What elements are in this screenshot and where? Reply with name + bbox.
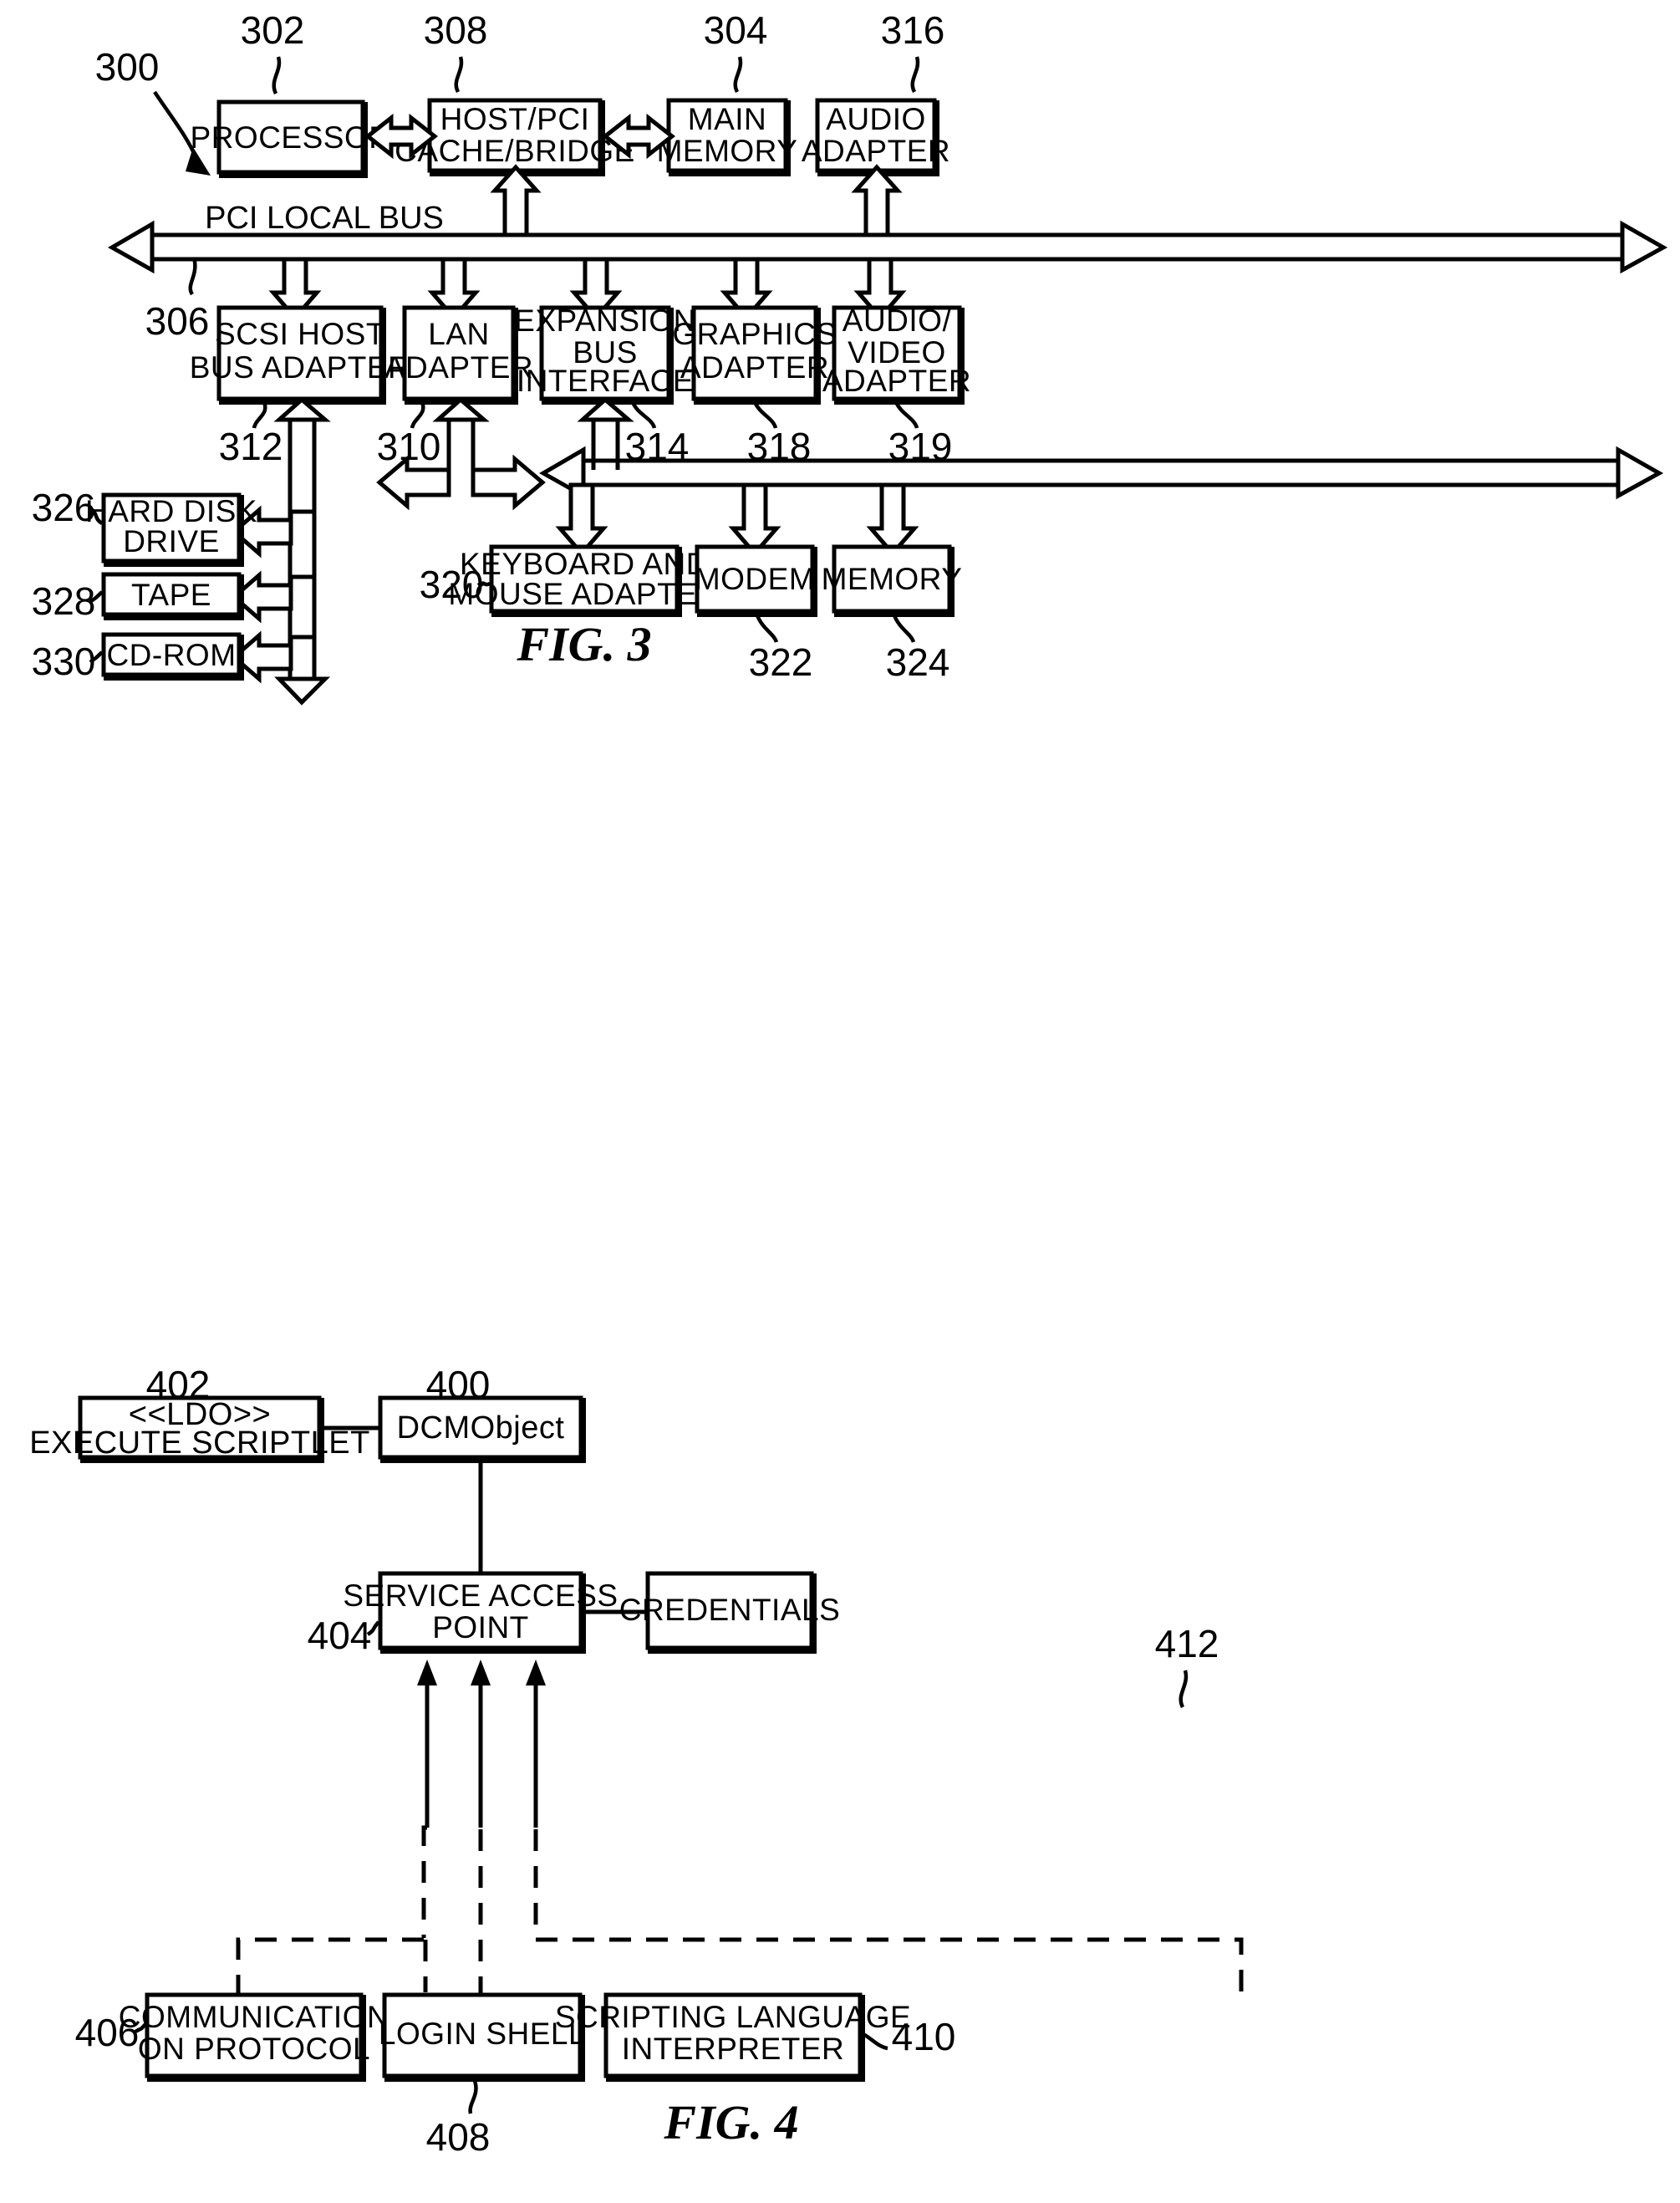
node-main-memory[interactable]: MAIN MEMORY — [657, 98, 798, 176]
arrow-expansion-to-keyboard-mouse — [555, 482, 608, 557]
node-expansion-label-3: INTERFACE — [517, 364, 694, 398]
node-graphics-label-1: GRAPHICS — [672, 317, 837, 351]
node-scsi-label-2: BUS ADAPTER — [190, 350, 411, 385]
dashed-link-communication — [236, 1825, 428, 1995]
node-scsi-label-1: SCSI HOST — [215, 317, 385, 351]
pci-local-bus-label: PCI LOCAL BUS — [205, 201, 444, 236]
arrow-to-sap-center — [471, 1660, 491, 1828]
node-keyboard-mouse-adapter[interactable]: KEYBOARD AND MOUSE ADAPTER — [448, 544, 720, 617]
arrow-expansion-to-memory — [866, 482, 919, 557]
node-dcmobject-label: DCMObject — [397, 1410, 565, 1446]
node-comm-label-1: COMMUNICATION — [119, 2000, 389, 2034]
node-tape-label: TAPE — [131, 578, 211, 612]
node-audio-adapter[interactable]: AUDIO ADAPTER — [802, 98, 950, 176]
ref-328-label: 328 — [32, 579, 96, 623]
node-kbm-label-1: KEYBOARD AND — [460, 547, 709, 581]
ref-408-label: 408 — [426, 2115, 491, 2159]
ref-300-label: 300 — [95, 45, 160, 89]
arrow-to-sap-left — [417, 1660, 437, 1828]
ref-308-label: 308 — [424, 8, 488, 52]
node-scsi-host-bus-adapter[interactable]: SCSI HOST BUS ADAPTER — [190, 305, 411, 405]
node-cd-rom[interactable]: CD-ROM — [101, 632, 244, 681]
node-scripting-language-interpreter[interactable]: SCRIPTING LANGUAGE INTERPRETER — [555, 1992, 911, 2082]
ref-302-label: 302 — [241, 8, 305, 52]
node-audio-video-label-1: AUDIO/ — [843, 303, 952, 338]
ref-312-label: 312 — [219, 425, 283, 468]
expansion-bus — [538, 446, 1664, 500]
ref-408-leader — [468, 2080, 478, 2114]
dashed-link-scripting — [533, 1829, 1244, 1995]
node-hard-disk-drive[interactable]: HARD DISK DRIVE — [85, 492, 257, 567]
node-hdd-label-2: DRIVE — [123, 524, 220, 558]
ref-306-label: 306 — [145, 299, 210, 343]
node-credentials-label: CREDENTIALS — [619, 1593, 841, 1627]
node-processor-label: PROCESSOR — [191, 120, 392, 155]
node-hdd-label-1: HARD DISK — [85, 494, 257, 528]
ref-326-label: 326 — [32, 486, 96, 529]
ref-306-leader — [188, 257, 197, 296]
arrow-bus-to-bridge — [490, 164, 542, 237]
node-credentials[interactable]: CREDENTIALS — [619, 1571, 841, 1654]
ref-322-label: 322 — [749, 640, 813, 684]
node-service-access-point[interactable]: SERVICE ACCESS POINT — [343, 1571, 618, 1654]
patent-drawing-sheet: 300 PROCESSOR 302 HOST/PCI CACHE/BRIDGE … — [0, 0, 1680, 2203]
node-lan-label-2: ADAPTER — [384, 350, 533, 385]
node-scripting-label-1: SCRIPTING LANGUAGE — [555, 2000, 911, 2034]
ref-304-leader — [733, 56, 743, 94]
node-execute-scriptlet[interactable]: <<LDO>> EXECUTE SCRIPTLET — [29, 1395, 370, 1463]
arrow-bus-to-audio-adapter — [851, 164, 903, 237]
ref-320-label: 320 — [420, 563, 484, 606]
ref-404-label: 404 — [308, 1614, 372, 1657]
ref-412-leader — [1179, 1670, 1189, 1709]
node-cdrom-label: CD-ROM — [106, 638, 236, 672]
ref-302-leader — [272, 56, 282, 94]
figure-4-caption: FIG. 4 — [663, 2095, 798, 2149]
node-ldo-label-2: EXECUTE SCRIPTLET — [29, 1425, 370, 1461]
node-comm-label-2: ON PROTOCOL — [138, 2032, 370, 2066]
node-scripting-label-2: INTERPRETER — [622, 2032, 845, 2066]
node-sap-label-2: POINT — [432, 1610, 529, 1645]
node-host-pci-bridge-label-1: HOST/PCI — [440, 102, 590, 136]
node-graphics-adapter[interactable]: GRAPHICS ADAPTER — [672, 305, 837, 405]
ref-410-label: 410 — [892, 2015, 956, 2058]
node-lan-adapter[interactable]: LAN ADAPTER — [384, 305, 533, 405]
node-kbm-label-2: MOUSE ADAPTER — [448, 577, 720, 611]
node-expansion-bus-interface[interactable]: EXPANSION BUS INTERFACE — [514, 303, 696, 405]
ref-308-leader — [454, 56, 464, 94]
node-main-memory-label-1: MAIN — [688, 102, 767, 136]
node-audio-adapter-label-1: AUDIO — [826, 102, 926, 136]
node-processor[interactable]: PROCESSOR — [191, 99, 392, 178]
arrow-expansion-to-modem — [728, 482, 781, 557]
ref-410-leader — [860, 2031, 888, 2051]
node-audio-video-adapter[interactable]: AUDIO/ VIDEO ADAPTER — [822, 303, 971, 405]
node-lan-label-1: LAN — [428, 317, 489, 351]
node-audio-video-label-3: ADAPTER — [822, 364, 971, 398]
ref-322-leader — [755, 614, 779, 643]
ref-330-label: 330 — [32, 640, 96, 683]
ref-324-label: 324 — [886, 640, 950, 684]
node-communication-on-protocol[interactable]: COMMUNICATION ON PROTOCOL — [119, 1992, 389, 2082]
node-sap-label-1: SERVICE ACCESS — [343, 1578, 618, 1613]
figure-3-caption: FIG. 3 — [516, 617, 651, 671]
node-modem-label: MODEM — [695, 562, 815, 596]
ref-304-label: 304 — [704, 8, 768, 52]
node-expansion-label-1: EXPANSION — [514, 303, 696, 338]
node-audio-adapter-label-2: ADAPTER — [802, 134, 950, 168]
ref-316-label: 316 — [881, 8, 945, 52]
ref-406-label: 406 — [75, 2011, 140, 2054]
node-modem[interactable]: MODEM — [695, 544, 817, 617]
ref-324-leader — [892, 614, 916, 643]
node-memory-label: MEMORY — [822, 562, 963, 596]
arrow-to-sap-right — [526, 1660, 546, 1828]
node-main-memory-label-2: MEMORY — [657, 134, 798, 168]
node-memory[interactable]: MEMORY — [822, 544, 963, 617]
drawing-canvas: 300 PROCESSOR 302 HOST/PCI CACHE/BRIDGE … — [29, 8, 1668, 2159]
ref-412-label: 412 — [1155, 1622, 1219, 1665]
node-dcmobject[interactable]: DCMObject — [378, 1395, 586, 1463]
node-graphics-label-2: ADAPTER — [680, 350, 829, 385]
node-tape[interactable]: TAPE — [101, 572, 244, 620]
ref-316-leader — [910, 56, 920, 94]
